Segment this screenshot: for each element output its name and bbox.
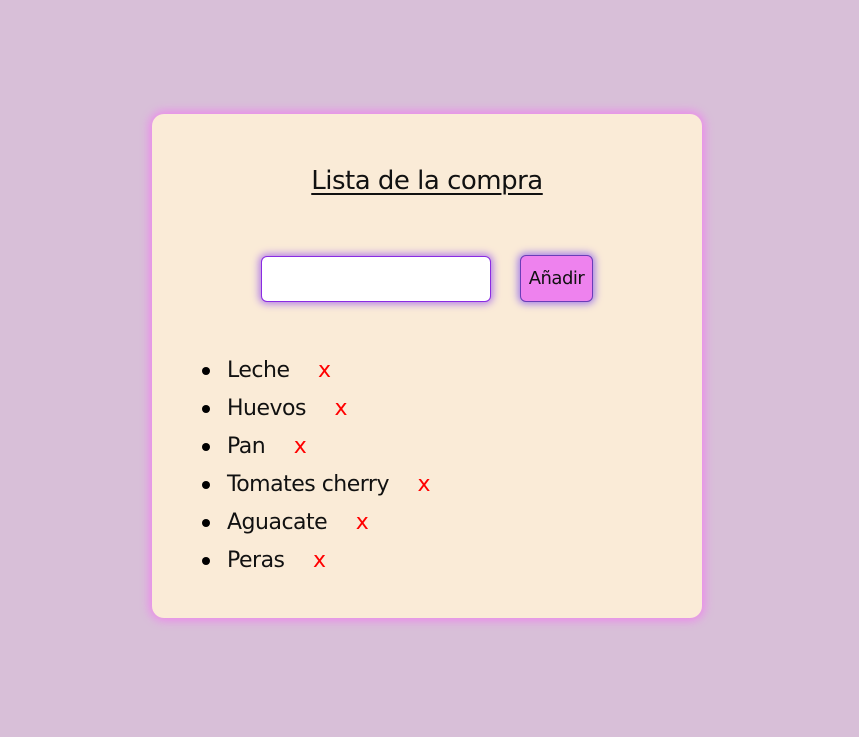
bullet-icon bbox=[202, 443, 210, 451]
delete-icon[interactable]: x bbox=[294, 428, 307, 466]
item-label: Tomates cherry bbox=[227, 472, 390, 497]
item-label: Huevos bbox=[227, 396, 306, 421]
list-item: Pan x bbox=[202, 428, 430, 466]
bullet-icon bbox=[202, 557, 210, 565]
add-button[interactable]: Añadir bbox=[520, 255, 593, 302]
list-item: Tomates cherry x bbox=[202, 466, 431, 504]
bullet-icon bbox=[202, 405, 210, 413]
page-title: Lista de la compra bbox=[311, 166, 543, 196]
bullet-icon bbox=[202, 367, 210, 375]
list-item: Peras x bbox=[202, 542, 430, 580]
delete-icon[interactable]: x bbox=[318, 352, 331, 390]
list-item: Huevos x bbox=[202, 390, 430, 428]
item-label: Pan bbox=[227, 434, 266, 459]
item-label: Aguacate bbox=[227, 510, 328, 535]
shopping-list: Leche x Huevos x Pan x Tomates cherry x … bbox=[202, 352, 431, 580]
delete-icon[interactable]: x bbox=[313, 542, 326, 580]
shopping-list-card: Lista de la compra Añadir Leche x Huevos… bbox=[152, 114, 702, 618]
delete-icon[interactable]: x bbox=[334, 390, 347, 428]
item-label: Leche bbox=[227, 358, 290, 383]
delete-icon[interactable]: x bbox=[356, 504, 369, 542]
delete-icon[interactable]: x bbox=[418, 466, 431, 504]
bullet-icon bbox=[202, 481, 210, 489]
item-label: Peras bbox=[227, 548, 285, 573]
item-input[interactable] bbox=[261, 256, 491, 302]
list-item: Leche x bbox=[202, 352, 430, 390]
bullet-icon bbox=[202, 519, 210, 527]
list-item: Aguacate x bbox=[202, 504, 430, 542]
